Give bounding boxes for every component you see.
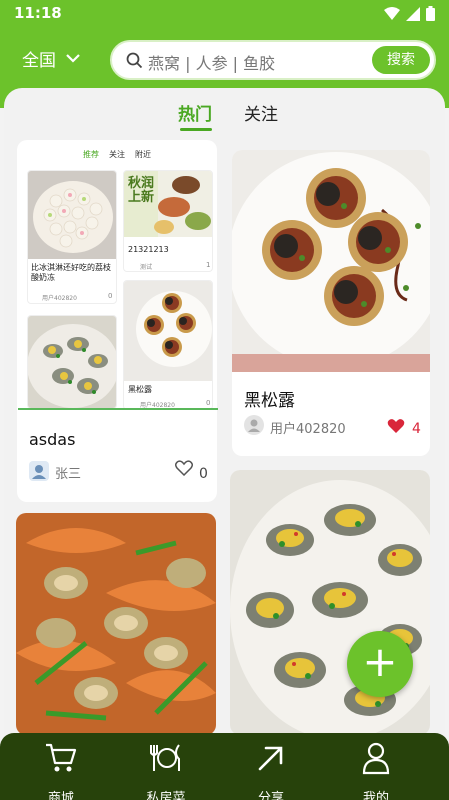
cart-icon (46, 743, 77, 772)
region-label: 全国 (22, 51, 56, 71)
clams-image (28, 316, 116, 408)
truffle-dish-image (232, 150, 430, 372)
mini-card-title: 黑松露 (128, 385, 152, 394)
mini-card-title: 21321213 (128, 245, 169, 254)
nav-label: 私房菜 (146, 791, 186, 800)
card-title: 黑松露 (244, 391, 295, 411)
battery-icon (426, 6, 435, 21)
card-like-count: 4 (412, 421, 421, 437)
chevron-down-icon (66, 54, 80, 63)
user-avatar-icon (244, 415, 264, 435)
clams-dish-image (230, 470, 430, 735)
mini-tabs: 推荐 关注 附近 (83, 149, 151, 160)
nav-item-mine[interactable]: 我的 (341, 741, 411, 800)
card-like-count: 0 (199, 466, 208, 482)
shrimp-dish-image (16, 513, 216, 735)
app-screen: 11:18 全国 燕窝 | 人参 | 鱼胶 搜索 热门 关注 推荐 关注 附近 (0, 0, 449, 800)
status-icons (384, 6, 435, 21)
dessert-image (28, 171, 116, 259)
signal-icon (406, 6, 420, 21)
region-selector[interactable]: 全国 (22, 46, 80, 71)
heart-filled-icon[interactable] (387, 418, 405, 434)
mini-tab-nearby: 附近 (135, 150, 151, 159)
mini-card-banner: 秋润上新 21321213 测试 1 (123, 170, 213, 272)
post-card-asdas[interactable]: 推荐 关注 附近 比冰淇淋还好吃的荔枝酸奶冻 用户402820 0 秋润上新 2… (17, 140, 217, 502)
card-title: asdas (29, 430, 76, 449)
truffle-mini-image (124, 281, 212, 381)
search-bar[interactable]: 燕窝 | 人参 | 鱼胶 搜索 (110, 40, 436, 80)
wifi-icon (384, 6, 400, 20)
mini-card-user: 测试 (140, 264, 153, 271)
mini-card-likes: 1 (206, 261, 211, 269)
tab-follow[interactable]: 关注 (244, 100, 278, 125)
nav-item-private-kitchen[interactable]: 私房菜 (131, 741, 201, 800)
post-card-shrimp[interactable] (16, 513, 216, 735)
mini-card-likes: 0 (206, 399, 211, 407)
mini-card-truffle: 黑松露 用户402820 0 (123, 280, 213, 410)
tab-hot[interactable]: 热门 (178, 100, 212, 131)
avatar (29, 461, 49, 481)
bottom-nav: 商城 私房菜 分享 我的 (0, 733, 449, 800)
search-button[interactable]: 搜索 (372, 46, 430, 74)
nav-item-share[interactable]: 分享 (236, 741, 306, 800)
status-bar: 11:18 (0, 0, 449, 28)
card-author: 张三 (55, 467, 82, 482)
post-card-clams[interactable] (230, 470, 430, 735)
nav-label: 分享 (257, 791, 284, 800)
person-icon (362, 742, 390, 775)
heart-outline-icon[interactable] (175, 460, 193, 476)
search-input[interactable]: 燕窝 | 人参 | 鱼胶 (148, 50, 275, 74)
mini-card-likes: 0 (108, 292, 113, 300)
mini-card-clams (27, 315, 117, 409)
nav-label: 我的 (362, 791, 389, 800)
utensils-icon (150, 744, 180, 771)
nav-label: 商城 (47, 791, 74, 800)
mini-card-user: 用户402820 (42, 295, 77, 302)
search-icon (126, 52, 143, 69)
mini-tab-recommend: 推荐 (83, 150, 99, 159)
add-post-button[interactable]: + (347, 631, 413, 697)
share-arrow-icon (258, 746, 283, 771)
mini-card-title: 比冰淇淋还好吃的荔枝酸奶冻 (31, 263, 111, 282)
feed-tabs: 热门 关注 (0, 100, 449, 131)
post-card-truffle[interactable]: 黑松露 用户402820 4 (232, 150, 430, 456)
banner-text: 秋润上新 (128, 176, 155, 205)
status-time: 11:18 (14, 4, 62, 22)
divider-line (18, 408, 218, 410)
mini-card-dessert: 比冰淇淋还好吃的荔枝酸奶冻 用户402820 0 (27, 170, 117, 304)
card-author: 用户402820 (270, 422, 346, 437)
nav-item-mall[interactable]: 商城 (26, 741, 96, 800)
mini-tab-follow: 关注 (109, 150, 125, 159)
